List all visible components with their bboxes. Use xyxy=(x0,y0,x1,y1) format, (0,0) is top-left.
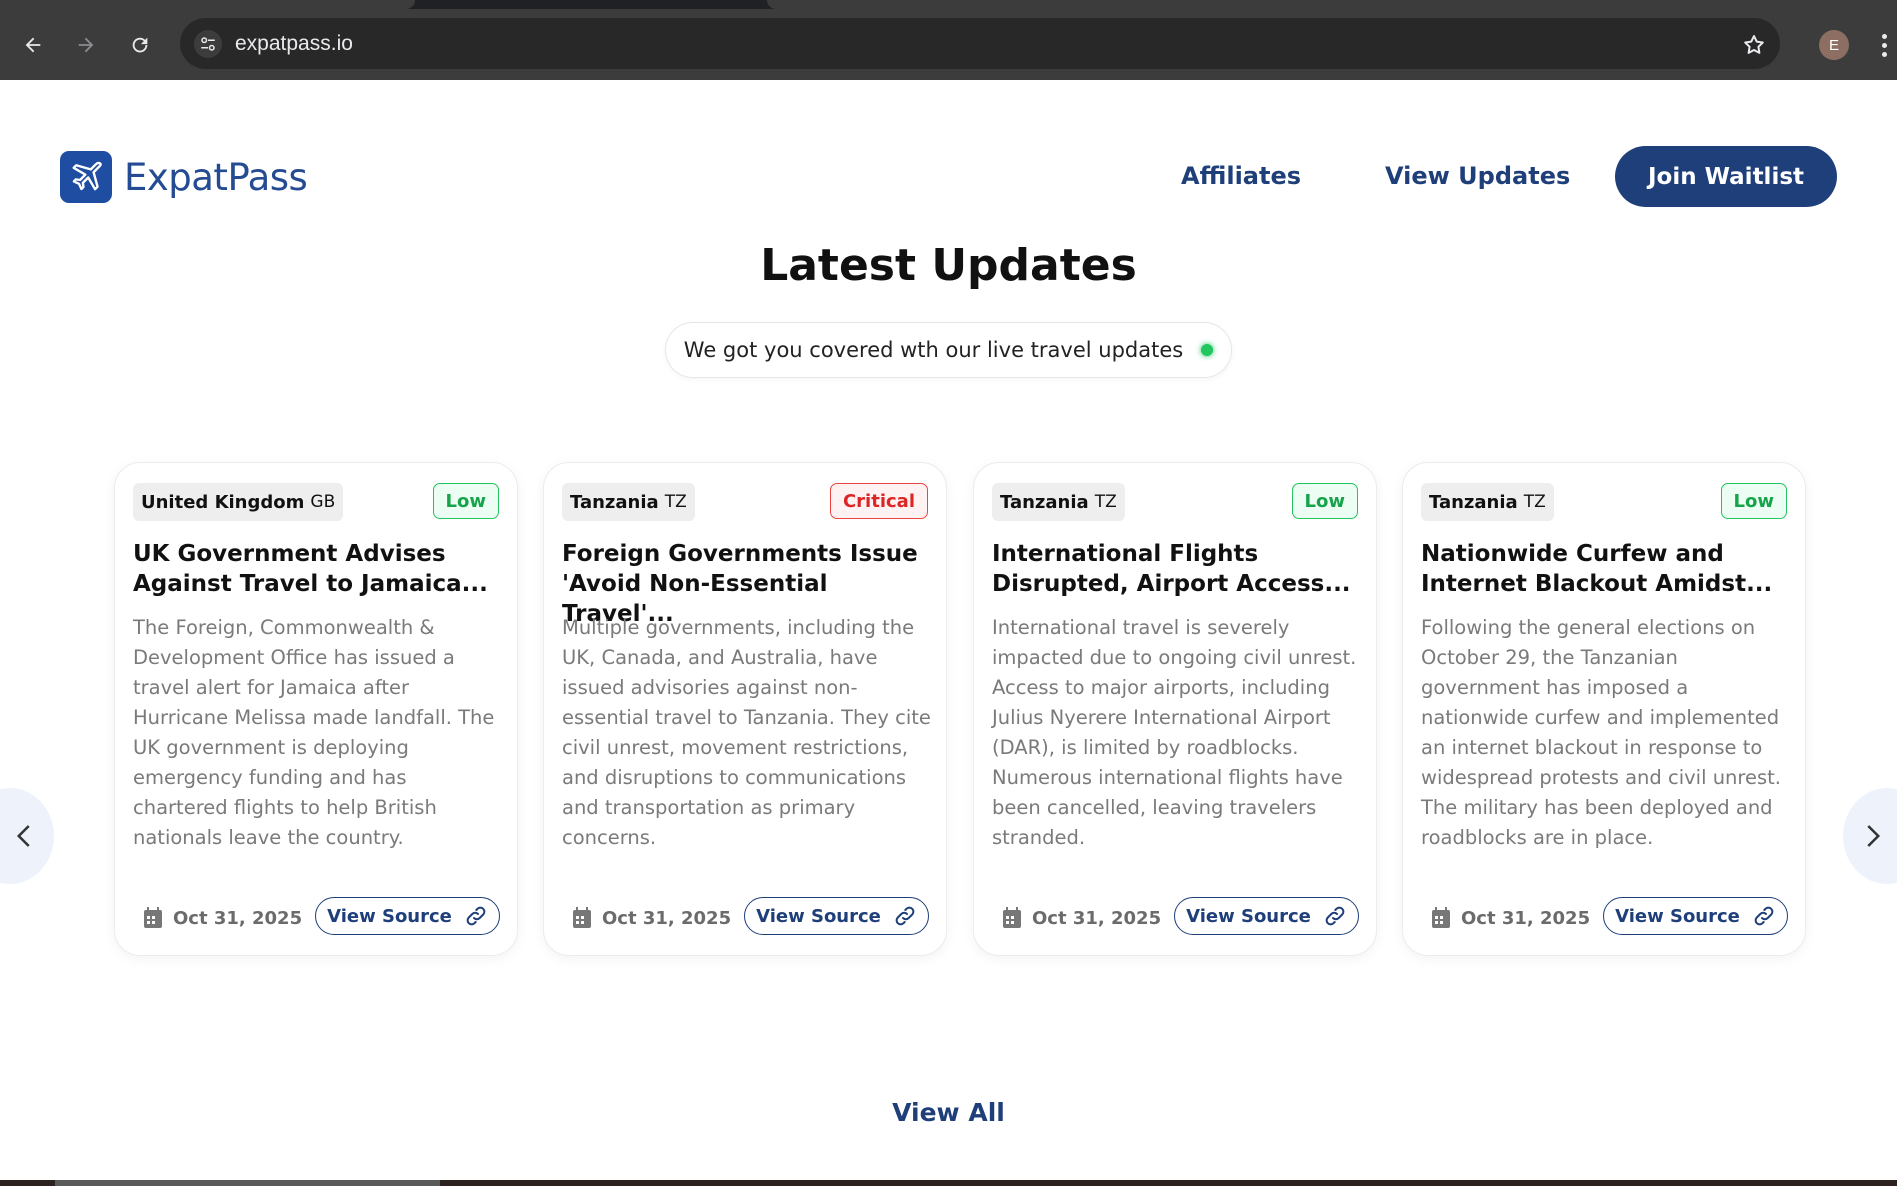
taskbar-edge xyxy=(0,1180,1897,1186)
card-date-text: Oct 31, 2025 xyxy=(1032,907,1162,929)
link-icon xyxy=(1325,906,1345,926)
card-date-text: Oct 31, 2025 xyxy=(1461,907,1591,929)
calendar-icon xyxy=(144,907,162,928)
update-card[interactable]: Tanzania TZ Low International Flights Dis… xyxy=(973,462,1377,956)
join-waitlist-button[interactable]: Join Waitlist xyxy=(1615,146,1837,207)
country-code: TZ xyxy=(664,492,687,512)
card-date: Oct 31, 2025 xyxy=(1002,907,1161,929)
view-source-button[interactable]: View Source xyxy=(315,897,500,935)
card-title[interactable]: Nationwide Curfew and Internet Blackout … xyxy=(1421,539,1789,599)
country-name: Tanzania xyxy=(1429,491,1518,513)
logo-text: ExpatPass xyxy=(124,155,308,199)
country-badge: United Kingdom GB xyxy=(133,483,344,521)
browser-tab[interactable] xyxy=(0,0,415,9)
reload-button[interactable] xyxy=(128,33,152,57)
plane-logo-icon xyxy=(60,151,112,203)
card-date: Oct 31, 2025 xyxy=(143,907,302,929)
taskbar-segment xyxy=(55,1180,440,1186)
live-updates-badge: We got you covered wth our live travel u… xyxy=(665,322,1232,378)
update-card[interactable]: Tanzania TZ Critical Foreign Governments … xyxy=(543,462,947,956)
card-body: International travel is severely impacte… xyxy=(992,616,1357,849)
forward-icon xyxy=(78,37,94,53)
card-body: The Foreign, Commonwealth & Development … xyxy=(133,616,495,849)
country-code: TZ xyxy=(1094,492,1117,512)
card-date-text: Oct 31, 2025 xyxy=(173,907,303,929)
tab-strip xyxy=(0,0,1897,9)
live-updates-text: We got you covered wth our live travel u… xyxy=(683,338,1184,362)
country-badge: Tanzania TZ xyxy=(992,483,1125,521)
link-icon xyxy=(1754,906,1774,926)
profile-avatar[interactable]: E xyxy=(1819,30,1849,60)
address-bar[interactable]: expatpass.io xyxy=(180,18,1780,69)
card-body: Multiple governments, including the UK, … xyxy=(562,616,931,849)
view-all-link[interactable]: View All xyxy=(0,1098,1897,1127)
site-settings-icon[interactable] xyxy=(194,30,222,58)
view-source-label: View Source xyxy=(1615,905,1740,927)
severity-badge: Low xyxy=(1291,483,1358,519)
country-name: Tanzania xyxy=(570,491,659,513)
back-button[interactable] xyxy=(21,33,45,57)
chevron-left-icon xyxy=(16,825,30,847)
nav-view-updates[interactable]: View Updates xyxy=(1385,162,1570,190)
view-source-label: View Source xyxy=(327,905,452,927)
severity-badge: Low xyxy=(432,483,499,519)
country-badge: Tanzania TZ xyxy=(1421,483,1554,521)
country-name: United Kingdom xyxy=(141,491,305,513)
calendar-icon xyxy=(573,907,591,928)
calendar-icon xyxy=(1432,907,1450,928)
url-text[interactable]: expatpass.io xyxy=(235,32,353,56)
logo[interactable]: ExpatPass xyxy=(60,151,308,203)
card-title[interactable]: UK Government Advises Against Travel to … xyxy=(133,539,501,599)
card-title[interactable]: International Flights Disrupted, Airport… xyxy=(992,539,1360,599)
address-bar-row: expatpass.io E xyxy=(0,9,1897,80)
view-source-label: View Source xyxy=(1186,905,1311,927)
card-date: Oct 31, 2025 xyxy=(1431,907,1590,929)
bookmark-star-icon[interactable] xyxy=(1740,31,1768,59)
card-date: Oct 31, 2025 xyxy=(572,907,731,929)
browser-tab[interactable] xyxy=(767,0,1897,9)
view-source-button[interactable]: View Source xyxy=(1603,897,1788,935)
view-source-button[interactable]: View Source xyxy=(1174,897,1359,935)
card-body: Following the general elections on Octob… xyxy=(1421,616,1781,849)
view-source-label: View Source xyxy=(756,905,881,927)
live-indicator-dot xyxy=(1201,344,1214,356)
browser-toolbar: expatpass.io E xyxy=(0,0,1897,80)
reload-icon xyxy=(132,37,148,53)
nav-affiliates[interactable]: Affiliates xyxy=(1181,162,1301,190)
more-menu-icon[interactable] xyxy=(1878,27,1890,63)
country-name: Tanzania xyxy=(1000,491,1089,513)
chevron-right-icon xyxy=(1867,825,1881,847)
back-icon xyxy=(25,37,41,53)
country-code: TZ xyxy=(1523,492,1546,512)
forward-button[interactable] xyxy=(74,33,98,57)
update-card[interactable]: Tanzania TZ Low Nationwide Curfew and Int… xyxy=(1402,462,1806,956)
severity-badge: Critical xyxy=(829,483,928,519)
card-date-text: Oct 31, 2025 xyxy=(602,907,732,929)
country-code: GB xyxy=(310,492,336,512)
carousel-next-button[interactable] xyxy=(1843,788,1897,884)
severity-badge: Low xyxy=(1720,483,1787,519)
view-source-button[interactable]: View Source xyxy=(744,897,929,935)
link-icon xyxy=(895,906,915,926)
page-title: Latest Updates xyxy=(760,240,1137,291)
calendar-icon xyxy=(1003,907,1021,928)
country-badge: Tanzania TZ xyxy=(562,483,695,521)
update-card[interactable]: United Kingdom GB Low UK Government Advis… xyxy=(114,462,518,956)
link-icon xyxy=(466,906,486,926)
page-content: ExpatPass Affiliates View Updates Join W… xyxy=(0,80,1897,1180)
carousel-prev-button[interactable] xyxy=(0,788,54,884)
